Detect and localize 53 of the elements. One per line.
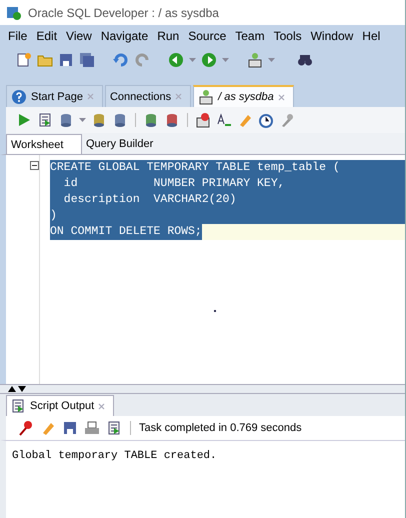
tab-label: / as sysdba	[218, 91, 274, 103]
forward-icon[interactable]	[201, 52, 217, 68]
new-file-icon[interactable]	[16, 52, 32, 68]
menu-item[interactable]: View	[62, 29, 97, 43]
menu-item[interactable]: Source	[184, 29, 232, 43]
database-icon[interactable]	[58, 112, 74, 128]
tab-label: Start Page	[31, 90, 83, 102]
sql-icon[interactable]	[195, 112, 211, 128]
sql-connection-icon[interactable]	[247, 52, 263, 68]
menu-item[interactable]: Tools	[270, 29, 307, 43]
save-icon[interactable]	[62, 420, 78, 436]
help-icon[interactable]	[11, 88, 27, 104]
script-icon[interactable]	[10, 398, 26, 414]
database-search-icon[interactable]	[112, 112, 128, 128]
print-icon[interactable]	[84, 420, 100, 436]
editor-tab[interactable]: Connections	[104, 85, 192, 107]
editor-tab[interactable]: / as sysdba	[193, 85, 294, 107]
database-icon[interactable]	[91, 112, 107, 128]
run-script-icon[interactable]	[37, 112, 53, 128]
worksheet-tab[interactable]: Worksheet	[6, 134, 82, 154]
binoculars-icon[interactable]	[297, 52, 313, 68]
back-icon[interactable]	[168, 52, 184, 68]
sql-connection-icon[interactable]	[198, 89, 214, 105]
tab-label: Script Output	[30, 400, 94, 412]
format-icon[interactable]	[216, 112, 232, 128]
save-all-icon[interactable]	[79, 52, 95, 68]
menu-item[interactable]: Team	[231, 29, 270, 43]
menu-item[interactable]: Navigate	[96, 29, 154, 43]
editor-tab[interactable]: Start Page	[6, 85, 103, 107]
menu-item[interactable]: File	[4, 29, 32, 43]
status-text: Task completed in 0.769 seconds	[139, 422, 302, 434]
splitter-arrows-icon[interactable]	[8, 386, 26, 392]
run-script-icon[interactable]	[106, 420, 122, 436]
menu-item[interactable]: Hel	[358, 29, 386, 43]
wrench-icon[interactable]	[279, 112, 295, 128]
rollback-icon[interactable]	[164, 112, 180, 128]
undo-icon[interactable]	[113, 52, 129, 68]
menu-item[interactable]: Edit	[32, 29, 62, 43]
menu-item[interactable]: Run	[153, 29, 184, 43]
caret-icon[interactable]	[79, 118, 86, 122]
menu-item[interactable]: Window	[306, 29, 358, 43]
tab-label: Connections	[110, 90, 172, 102]
worksheet-tab[interactable]: Query Builder	[82, 134, 162, 154]
window-title: Oracle SQL Developer : / as sysdba	[28, 6, 219, 20]
app-icon[interactable]	[6, 4, 22, 20]
run-icon[interactable]	[16, 112, 32, 128]
pin-icon[interactable]	[18, 420, 34, 436]
output-text: Global temporary TABLE created.	[12, 450, 217, 462]
commit-icon[interactable]	[143, 112, 159, 128]
collapse-icon[interactable]	[30, 161, 39, 170]
save-icon[interactable]	[58, 52, 74, 68]
clock-icon[interactable]	[258, 112, 274, 128]
script-output-tab[interactable]: Script Output	[6, 395, 114, 416]
